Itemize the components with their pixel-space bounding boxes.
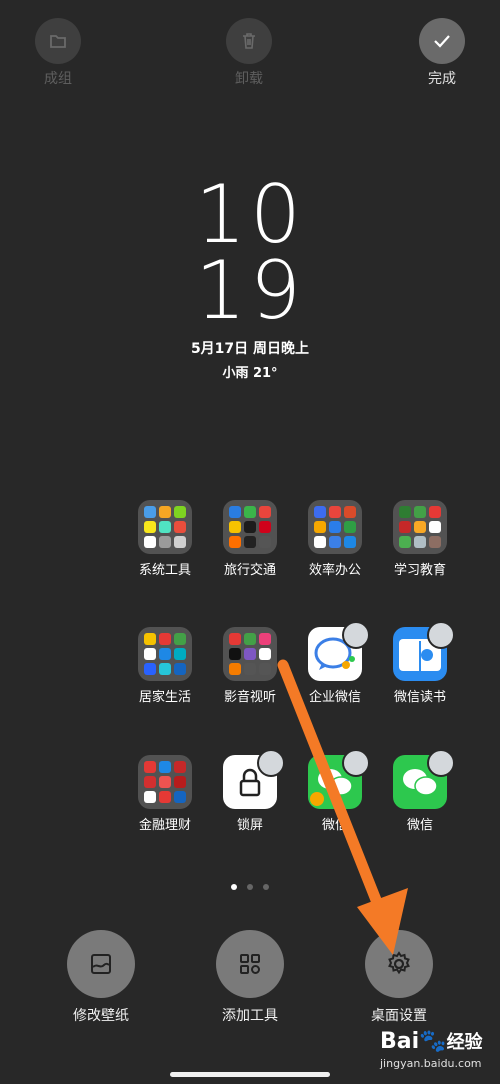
watermark-brand: Bai — [380, 1029, 420, 1054]
watermark-url: jingyan.baidu.com — [380, 1057, 482, 1070]
annotation-arrow — [277, 659, 408, 955]
watermark-brand-suffix: 经验 — [446, 1032, 483, 1053]
paw-icon: 🐾 — [419, 1029, 447, 1054]
home-indicator[interactable] — [170, 1072, 330, 1077]
baidu-watermark: Bai🐾经验 jingyan.baidu.com — [380, 1030, 498, 1080]
